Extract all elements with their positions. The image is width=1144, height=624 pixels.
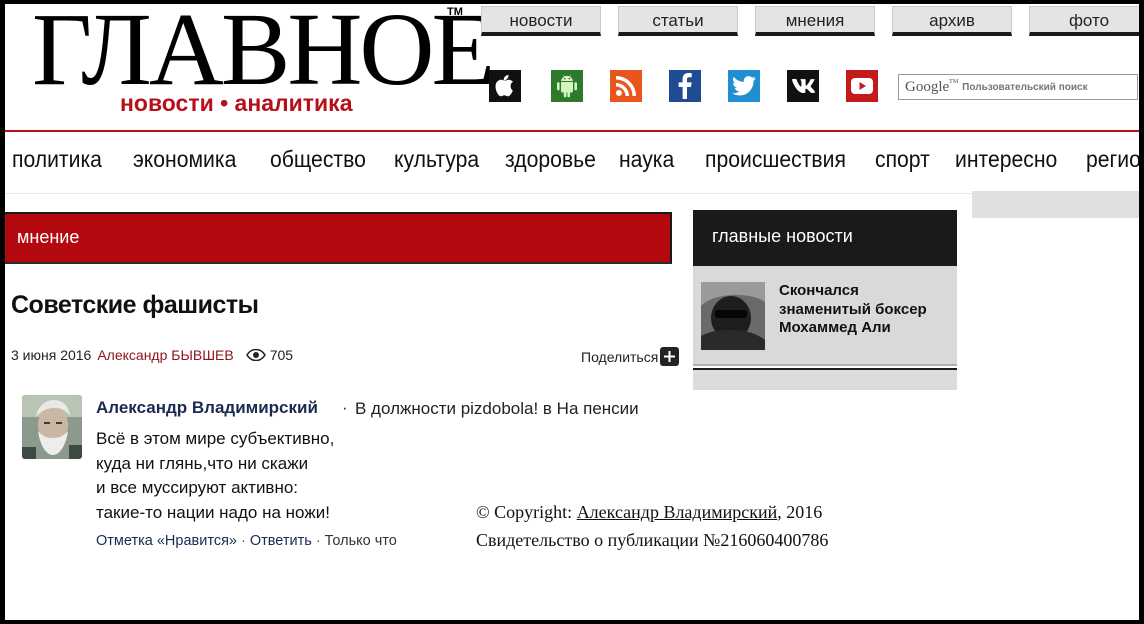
category-sport[interactable]: спорт <box>875 142 930 176</box>
top-nav-opinions[interactable]: мнения <box>755 6 875 36</box>
commenter-role: В должности pizdobola! в На пенсии <box>355 399 639 418</box>
top-news-title: главные новости <box>712 226 853 246</box>
comment-separator: · <box>342 398 348 417</box>
copyright-prefix: © Copyright: <box>476 502 573 522</box>
nav-divider <box>5 193 1139 194</box>
category-interesting[interactable]: интересно <box>955 142 1057 176</box>
news-title[interactable]: Скончался знаменитый боксер Мохаммед Али <box>779 282 951 338</box>
vk-icon[interactable] <box>787 70 819 102</box>
article-author[interactable]: Александр БЫВШЕВ <box>97 347 233 363</box>
top-nav-articles[interactable]: статьи <box>618 6 738 36</box>
comment-actions: Отметка «Нравится» · Ответить · Только что <box>96 533 397 549</box>
category-incidents[interactable]: происшествия <box>705 142 846 176</box>
section-label[interactable]: мнение <box>17 227 79 248</box>
sidebar-placeholder <box>972 191 1139 218</box>
publication-certificate: Свидетельство о публикации №216060400786 <box>476 530 829 550</box>
logo-title: ГЛАВНОЕ <box>32 4 495 107</box>
category-health[interactable]: здоровье <box>505 142 596 176</box>
share-label[interactable]: Поделиться <box>581 349 658 365</box>
top-nav-archive[interactable]: архив <box>892 6 1012 36</box>
logo-trademark: TM <box>447 6 463 18</box>
comment-time: Только что <box>324 533 397 549</box>
share-plus-icon[interactable] <box>660 347 680 366</box>
site-logo[interactable]: ГЛАВНОЕ TM новости • аналитика <box>32 4 495 129</box>
category-society[interactable]: общество <box>270 142 366 176</box>
android-icon[interactable] <box>551 70 583 102</box>
news-thumbnail[interactable] <box>701 282 765 350</box>
reply-link[interactable]: Ответить <box>250 533 312 549</box>
news-item[interactable]: Скончался знаменитый боксер Мохаммед Али <box>693 266 957 366</box>
comment-text: Всё в этом мире субъективно, куда ни гля… <box>96 427 334 525</box>
twitter-icon[interactable] <box>728 70 760 102</box>
top-nav-photo[interactable]: фото <box>1029 6 1139 36</box>
header-divider <box>5 130 1139 132</box>
page: ГЛАВНОЕ TM новости • аналитика новости с… <box>5 4 1139 620</box>
article-title: Советские фашисты <box>11 291 259 319</box>
category-politics[interactable]: политика <box>12 142 102 176</box>
eye-icon <box>245 349 266 361</box>
top-nav-news[interactable]: новости <box>481 6 601 36</box>
commenter-name[interactable]: Александр Владимирский <box>96 398 318 418</box>
search-input[interactable] <box>962 81 1123 93</box>
google-search[interactable]: GoogleTM <box>898 74 1138 100</box>
apple-icon[interactable] <box>489 70 521 102</box>
top-news-header: главные новости <box>693 210 957 266</box>
google-logo: GoogleTM <box>905 78 959 95</box>
article-meta: 3 июня 2016 Александр БЫВШЕВ 705 <box>11 347 293 363</box>
comment-line: Всё в этом мире субъективно, <box>96 429 335 448</box>
category-science[interactable]: наука <box>619 142 674 176</box>
category-nav: политика экономика общество культура здо… <box>5 142 1139 182</box>
commenter-avatar[interactable] <box>22 395 82 459</box>
copyright-author-link[interactable]: Александр Владимирский <box>577 502 778 522</box>
top-nav: новости статьи мнения архив фото <box>481 4 1139 48</box>
comment-line: и все муссируют активно: <box>96 478 299 497</box>
like-link[interactable]: Отметка «Нравится» <box>96 533 237 549</box>
facebook-icon[interactable] <box>669 70 701 102</box>
comment-line: такие-то нации надо на ножи! <box>96 502 330 522</box>
section-bar: мнение <box>5 212 672 264</box>
share-widget[interactable]: Поделиться <box>581 347 680 366</box>
category-regions[interactable]: регио <box>1086 142 1139 176</box>
youtube-icon[interactable] <box>846 70 878 102</box>
copyright-line: © Copyright: Александр Владимирский, 201… <box>476 498 828 526</box>
comment-line: куда ни глянь,что ни скажи <box>96 453 309 473</box>
copyright-year: , 2016 <box>777 502 823 522</box>
category-culture[interactable]: культура <box>394 142 479 176</box>
category-economy[interactable]: экономика <box>133 142 236 176</box>
article-date: 3 июня 2016 <box>11 347 92 363</box>
view-count: 705 <box>269 347 294 363</box>
logo-subtitle: новости • аналитика <box>120 90 353 116</box>
rss-icon[interactable] <box>610 70 642 102</box>
action-separator: · <box>315 533 321 549</box>
action-separator: · <box>240 533 246 549</box>
copyright-block: © Copyright: Александр Владимирский, 201… <box>476 498 828 554</box>
news-item-next[interactable] <box>693 368 957 390</box>
